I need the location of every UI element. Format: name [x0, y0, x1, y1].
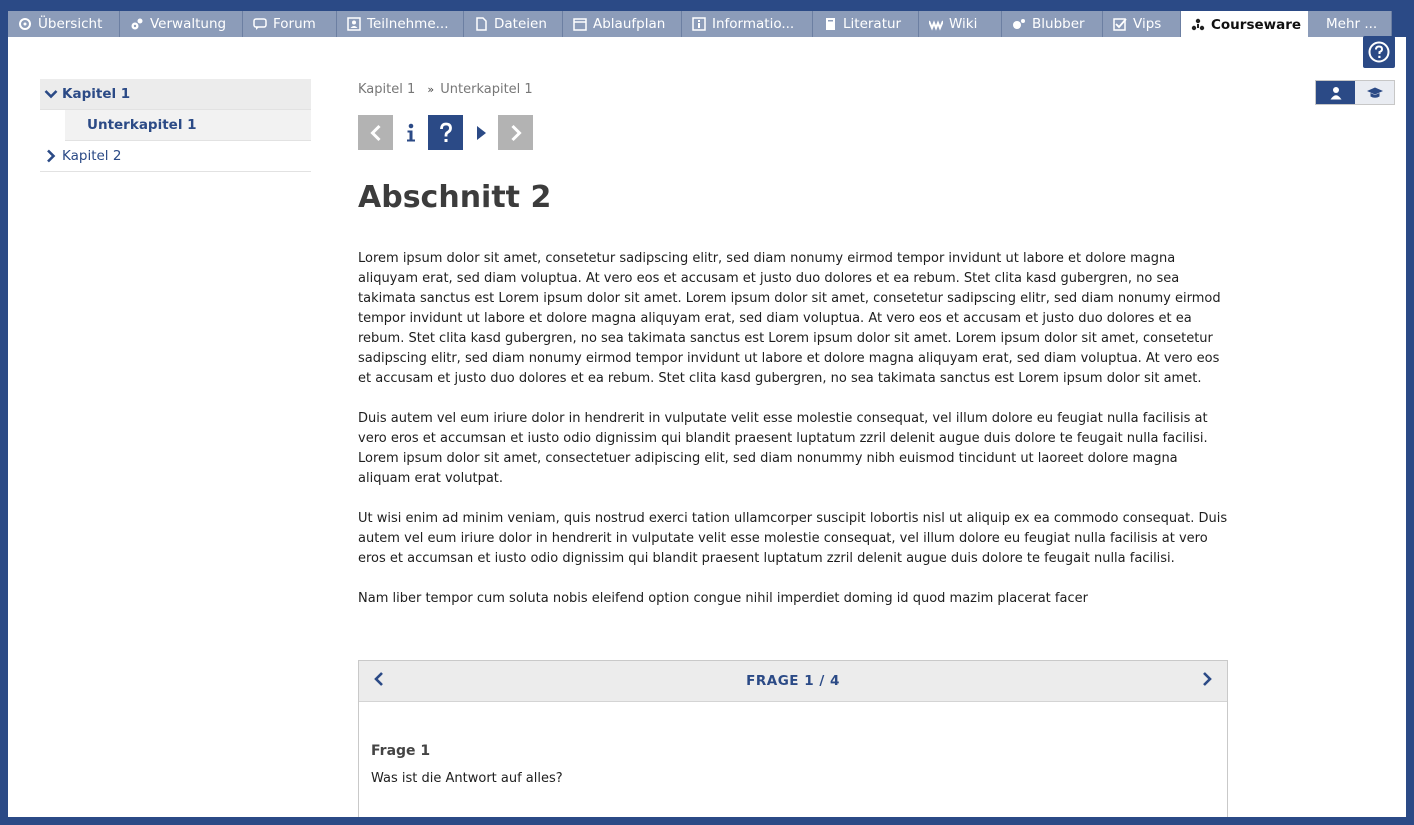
- breadcrumb-item-unterkapitel-1[interactable]: Unterkapitel 1: [440, 82, 532, 97]
- paragraph: Lorem ipsum dolor sit amet, consetetur s…: [358, 251, 1221, 386]
- tab-label: Verwaltung: [150, 16, 227, 32]
- tab-label: Courseware: [1211, 16, 1302, 33]
- tab-bar: Übersicht Verwaltung Forum Teilnehme... …: [8, 0, 1406, 38]
- previous-section-button[interactable]: [358, 115, 393, 150]
- paragraph: Ut wisi enim ad minim veniam, quis nostr…: [358, 511, 1228, 566]
- breadcrumb: Kapitel 1 » Unterkapitel 1: [358, 82, 533, 97]
- tab-label: Übersicht: [38, 16, 103, 32]
- help-button[interactable]: [1363, 36, 1395, 68]
- graduation-cap-icon: [1366, 87, 1383, 98]
- paragraph: Duis autem vel eum iriure dolor in hendr…: [358, 411, 1208, 486]
- sidebar-item-kapitel-1[interactable]: Kapitel 1: [40, 79, 311, 110]
- tab-label: Wiki: [949, 16, 978, 32]
- question-counter: FRAGE 1 / 4: [746, 673, 840, 689]
- tab-blubber[interactable]: Blubber: [1002, 11, 1103, 37]
- info-section-button[interactable]: [393, 115, 428, 150]
- section-navigation: [358, 115, 533, 150]
- user-icon: [1330, 86, 1341, 99]
- paragraph: Nam liber tempor cum soluta nobis eleife…: [358, 591, 1088, 606]
- gears-icon: [131, 18, 143, 30]
- wiki-icon: [929, 20, 943, 31]
- tab-label: Informatio...: [712, 16, 795, 32]
- sidebar-item-unterkapitel-1[interactable]: Unterkapitel 1: [65, 110, 311, 141]
- breadcrumb-separator: »: [427, 83, 435, 96]
- tab-label: Dateien: [494, 16, 547, 32]
- tab-more[interactable]: Mehr ...: [1308, 11, 1392, 37]
- chevron-down-icon: [40, 89, 62, 99]
- tab-files[interactable]: Dateien: [464, 11, 563, 37]
- tab-courseware[interactable]: Courseware: [1181, 11, 1308, 38]
- question-mark-icon: [439, 122, 452, 142]
- author-view-button[interactable]: [1355, 81, 1394, 104]
- tab-wiki[interactable]: Wiki: [919, 11, 1002, 37]
- tab-label: Mehr ...: [1326, 16, 1378, 32]
- tab-information[interactable]: Informatio...: [682, 11, 813, 37]
- forum-icon: [253, 18, 267, 30]
- view-mode-toggle: [1315, 80, 1395, 105]
- help-icon: [1368, 41, 1390, 63]
- quiz-box: FRAGE 1 / 4 Frage 1 Was ist die Antwort …: [358, 660, 1228, 817]
- vips-icon: [1113, 18, 1127, 31]
- files-icon: [476, 17, 487, 31]
- chevron-right-icon: [1203, 672, 1212, 686]
- tab-label: Literatur: [843, 16, 902, 32]
- sidebar-item-label: Kapitel 2: [62, 148, 122, 164]
- blubber-icon: [1013, 19, 1025, 29]
- app-window: Übersicht Verwaltung Forum Teilnehme... …: [8, 0, 1406, 817]
- courseware-icon: [1191, 18, 1205, 30]
- tab-label: Vips: [1133, 16, 1162, 32]
- tab-label: Teilnehme...: [367, 16, 449, 32]
- quiz-header: FRAGE 1 / 4: [359, 661, 1227, 702]
- breadcrumb-item-kapitel-1[interactable]: Kapitel 1: [358, 82, 415, 97]
- section-content: Lorem ipsum dolor sit amet, consetetur s…: [358, 249, 1230, 629]
- tab-label: Blubber: [1032, 16, 1085, 32]
- chevron-left-icon: [374, 672, 383, 686]
- tab-administration[interactable]: Verwaltung: [120, 11, 243, 37]
- participant-view-button[interactable]: [1316, 81, 1355, 104]
- previous-question-button[interactable]: [373, 671, 385, 691]
- info-icon: [406, 123, 415, 141]
- tab-label: Forum: [273, 16, 316, 32]
- chapter-navigation: Kapitel 1 Unterkapitel 1 Kapitel 2: [40, 79, 311, 172]
- tab-participants[interactable]: Teilnehme...: [337, 11, 464, 37]
- sidebar-item-label: Kapitel 1: [62, 86, 131, 102]
- tab-overview[interactable]: Übersicht: [8, 11, 120, 37]
- section-title: Abschnitt 2: [358, 180, 552, 215]
- sidebar-item-kapitel-2[interactable]: Kapitel 2: [40, 141, 311, 172]
- play-section-button[interactable]: [463, 115, 498, 150]
- tab-vips[interactable]: Vips: [1103, 11, 1181, 37]
- play-icon: [476, 125, 486, 140]
- chevron-right-icon: [40, 149, 62, 163]
- participants-icon: [347, 17, 361, 31]
- tab-forum[interactable]: Forum: [243, 11, 337, 37]
- overview-icon: [19, 18, 31, 30]
- tab-label: Ablaufplan: [593, 16, 666, 32]
- info-icon: [692, 17, 706, 31]
- chevron-left-icon: [369, 124, 381, 141]
- schedule-icon: [573, 18, 587, 31]
- chevron-right-icon: [510, 124, 522, 141]
- question-section-button[interactable]: [428, 115, 463, 150]
- question-title: Frage 1: [371, 743, 431, 759]
- tab-literature[interactable]: Literatur: [813, 11, 919, 37]
- question-text: Was ist die Antwort auf alles?: [371, 771, 563, 786]
- next-section-button[interactable]: [498, 115, 533, 150]
- tab-schedule[interactable]: Ablaufplan: [563, 11, 682, 37]
- literature-icon: [826, 18, 835, 30]
- sidebar-item-label: Unterkapitel 1: [87, 117, 197, 133]
- next-question-button[interactable]: [1201, 671, 1213, 691]
